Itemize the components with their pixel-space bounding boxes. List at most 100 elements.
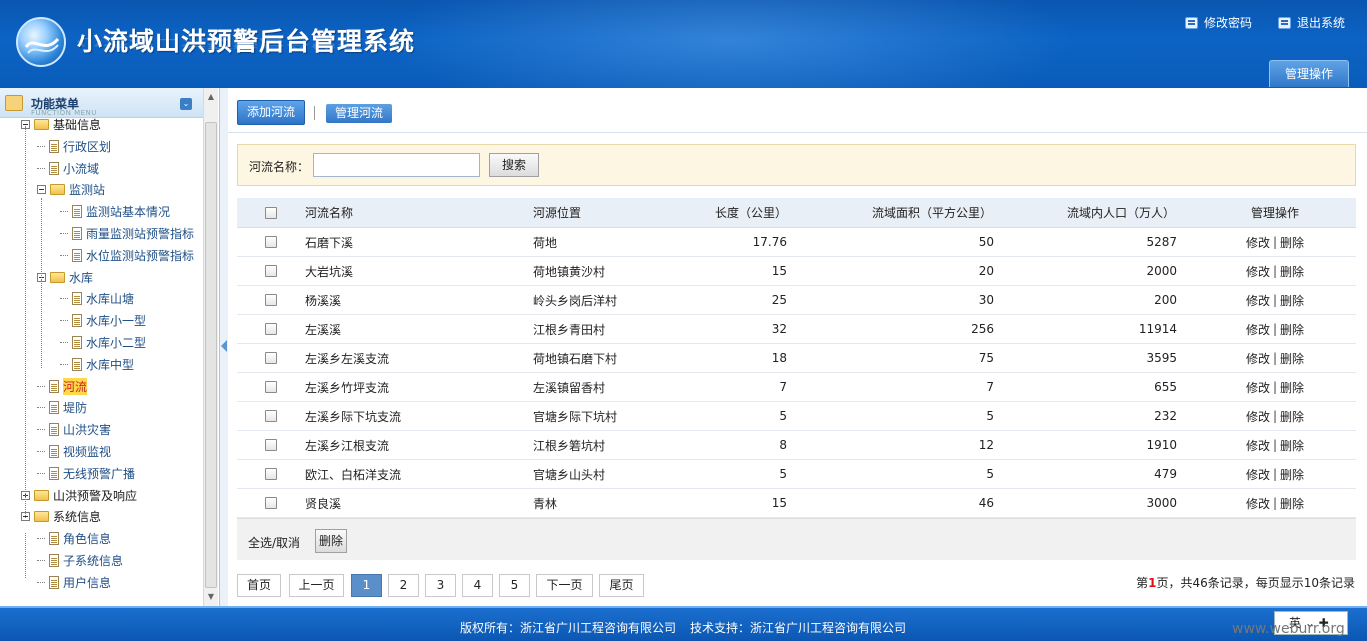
select-all-toggle[interactable]: 全选/取消 xyxy=(248,534,300,551)
row-checkbox[interactable] xyxy=(265,265,277,277)
sidebar-item[interactable]: 无线预警广播 xyxy=(37,464,135,482)
delete-link[interactable]: 删除 xyxy=(1280,495,1304,512)
sidebar-item[interactable]: 用户信息 xyxy=(37,573,111,591)
delete-link[interactable]: 删除 xyxy=(1280,379,1304,396)
sidebar-item[interactable]: 行政区划 xyxy=(37,137,111,155)
river-table: 河流名称 河源位置 长度（公里） 流域面积（平方公里） 流域内人口（万人） 管理… xyxy=(237,198,1356,518)
sidebar-item[interactable]: 角色信息 xyxy=(37,529,111,547)
edit-link[interactable]: 修改 xyxy=(1246,350,1270,367)
sidebar-item[interactable]: 水库 xyxy=(37,268,93,286)
row-checkbox[interactable] xyxy=(265,381,277,393)
document-icon xyxy=(49,422,59,436)
delete-link[interactable]: 删除 xyxy=(1280,263,1304,280)
edit-link[interactable]: 修改 xyxy=(1246,321,1270,338)
edit-link[interactable]: 修改 xyxy=(1246,408,1270,425)
sidebar-scrollbar[interactable]: ▲ ▼ xyxy=(203,88,218,606)
page-button-1[interactable]: 1 xyxy=(351,574,382,597)
sidebar-item[interactable]: 水库小二型 xyxy=(60,333,146,351)
sidebar-item[interactable]: 河流 xyxy=(37,377,88,395)
header-checkbox[interactable] xyxy=(265,206,277,219)
table-row: 石磨下溪 荷地 17.76 50 5287 修改 | 删除 xyxy=(237,228,1356,257)
tree-connector xyxy=(37,537,45,539)
change-password-link[interactable]: 修改密码 xyxy=(1185,14,1252,31)
first-page-button[interactable]: 首页 xyxy=(237,574,281,597)
scroll-thumb[interactable] xyxy=(205,122,217,588)
page-button-3[interactable]: 3 xyxy=(425,574,456,597)
next-page-button[interactable]: 下一页 xyxy=(536,574,593,597)
sidebar-item[interactable]: 山洪灾害 xyxy=(37,420,111,438)
edit-link[interactable]: 修改 xyxy=(1246,263,1270,280)
document-icon xyxy=(72,313,82,327)
sidebar-item[interactable]: 雨量监测站预警指标 xyxy=(60,224,194,242)
sidebar-item[interactable]: 水位监测站预警指标 xyxy=(60,246,194,264)
river-name-input[interactable] xyxy=(313,153,480,177)
delete-link[interactable]: 删除 xyxy=(1280,408,1304,425)
bulk-actions-bar: 全选/取消 删除 xyxy=(237,518,1356,560)
sidebar-item[interactable]: 监测站 xyxy=(37,180,105,198)
sidebar-item[interactable]: 水库中型 xyxy=(60,355,134,373)
river-population: 3595 xyxy=(1146,351,1177,365)
sidebar-item[interactable]: 小流域 xyxy=(37,159,99,177)
edit-link[interactable]: 修改 xyxy=(1246,466,1270,483)
edit-link[interactable]: 修改 xyxy=(1246,234,1270,251)
page-button-4[interactable]: 4 xyxy=(462,574,493,597)
row-checkbox[interactable] xyxy=(265,497,277,509)
sidebar-item[interactable]: 系统信息 xyxy=(21,507,101,525)
river-length: 15 xyxy=(771,264,787,278)
river-source: 官塘乡际下坑村 xyxy=(533,409,618,424)
river-length: 25 xyxy=(771,293,787,307)
river-population: 3000 xyxy=(1146,496,1177,510)
page-button-2[interactable]: 2 xyxy=(388,574,419,597)
sidebar-item[interactable]: 水库山塘 xyxy=(60,289,134,307)
collapse-node-icon[interactable] xyxy=(37,184,46,194)
row-checkbox[interactable] xyxy=(265,323,277,335)
sidebar-item[interactable]: 水库小一型 xyxy=(60,311,146,329)
watermark-text: www.weburr.org xyxy=(1232,621,1345,637)
logout-link[interactable]: 退出系统 xyxy=(1278,14,1345,31)
sidebar-item[interactable]: 山洪预警及响应 xyxy=(21,486,137,504)
sidebar-item[interactable]: 监测站基本情况 xyxy=(60,202,170,220)
row-checkbox[interactable] xyxy=(265,439,277,451)
app-logo xyxy=(16,17,66,67)
collapse-menu-icon[interactable]: ⌄ xyxy=(180,98,192,110)
tree-connector xyxy=(37,167,45,169)
delete-link[interactable]: 删除 xyxy=(1280,466,1304,483)
row-checkbox[interactable] xyxy=(265,410,277,422)
edit-link[interactable]: 修改 xyxy=(1246,292,1270,309)
document-icon xyxy=(49,553,59,567)
search-button[interactable]: 搜索 xyxy=(489,153,539,177)
river-name: 左溪乡竹坪支流 xyxy=(305,380,390,395)
river-area: 12 xyxy=(978,438,994,452)
edit-link[interactable]: 修改 xyxy=(1246,379,1270,396)
delete-link[interactable]: 删除 xyxy=(1280,321,1304,338)
scroll-down-icon[interactable]: ▼ xyxy=(205,590,217,604)
delete-link[interactable]: 删除 xyxy=(1280,234,1304,251)
row-checkbox[interactable] xyxy=(265,352,277,364)
delete-link[interactable]: 删除 xyxy=(1280,350,1304,367)
prev-page-button[interactable]: 上一页 xyxy=(289,574,344,597)
row-checkbox[interactable] xyxy=(265,236,277,248)
sidebar-item-label: 角色信息 xyxy=(63,531,112,546)
river-length: 5 xyxy=(779,467,787,481)
add-river-button[interactable]: 添加河流 xyxy=(237,100,306,125)
sidebar-item[interactable]: 子系统信息 xyxy=(37,551,123,569)
last-page-button[interactable]: 尾页 xyxy=(599,574,644,597)
sidebar-toggle-handle[interactable] xyxy=(220,88,228,606)
manage-river-button[interactable]: 管理河流 xyxy=(326,104,393,123)
edit-link[interactable]: 修改 xyxy=(1246,495,1270,512)
sidebar-item[interactable]: 基础信息 xyxy=(21,115,101,133)
row-checkbox[interactable] xyxy=(265,468,277,480)
page-button-5[interactable]: 5 xyxy=(499,574,530,597)
delete-link[interactable]: 删除 xyxy=(1280,437,1304,454)
river-source: 荷地镇石磨下村 xyxy=(533,351,618,366)
delete-link[interactable]: 删除 xyxy=(1280,292,1304,309)
sidebar-item[interactable]: 堤防 xyxy=(37,398,87,416)
tab-manage-operations[interactable]: 管理操作 xyxy=(1269,60,1349,87)
sidebar-item[interactable]: 视频监视 xyxy=(37,442,111,460)
edit-link[interactable]: 修改 xyxy=(1246,437,1270,454)
river-name: 左溪乡际下坑支流 xyxy=(305,409,402,424)
search-bar: 河流名称： 搜索 xyxy=(237,144,1356,186)
row-checkbox[interactable] xyxy=(265,294,277,306)
scroll-up-icon[interactable]: ▲ xyxy=(205,90,217,104)
bulk-delete-button[interactable]: 删除 xyxy=(315,529,347,553)
